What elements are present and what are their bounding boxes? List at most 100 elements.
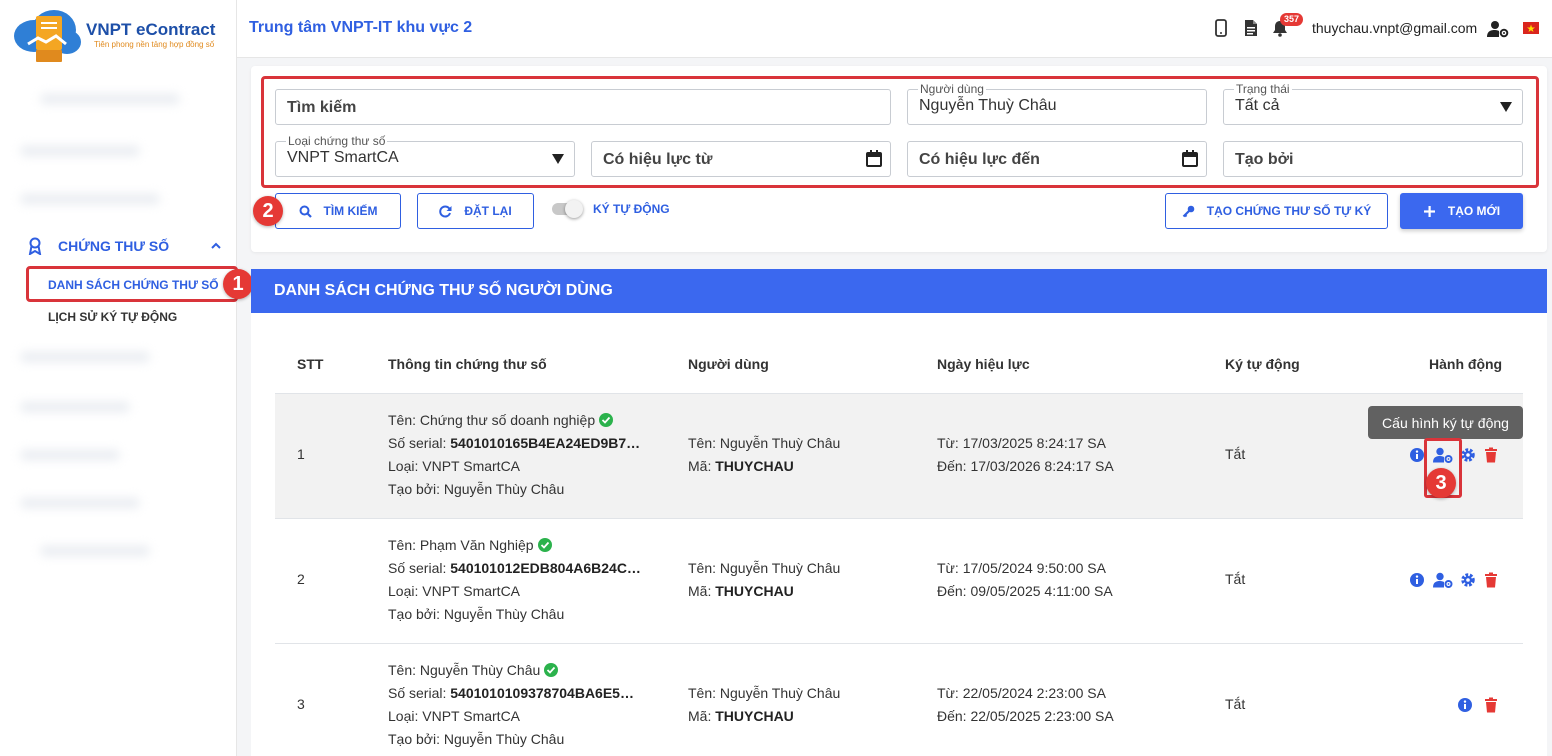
info-icon[interactable]	[1409, 572, 1425, 588]
column-header-cert-info: Thông tin chứng thư số	[388, 356, 547, 372]
user-code: THUYCHAU	[715, 583, 794, 599]
user-info: Tên: Nguyễn Thuỳ Châu Mã: THUYCHAU	[688, 557, 840, 603]
auto-sign-toggle-label: KÝ TỰ ĐỘNG	[593, 202, 670, 216]
brand-tagline: Tiên phong nền tảng hợp đồng số	[94, 40, 215, 49]
blurred-menu-item	[20, 450, 120, 460]
serial-value: 5401010109378704BA6E5…	[450, 685, 634, 701]
user-code: THUYCHAU	[715, 458, 794, 474]
valid-to-label: Đến:	[937, 708, 967, 724]
user-name: Nguyễn Thuỳ Châu	[719, 435, 841, 451]
step-marker-3: 3	[1426, 468, 1456, 498]
settings-gear-icon[interactable]	[1460, 572, 1476, 588]
search-icon	[299, 205, 312, 218]
sidebar-section-certificates[interactable]: CHỨNG THƯ SỐ	[28, 236, 224, 256]
serial-label: Số serial:	[388, 560, 447, 576]
delete-trash-icon[interactable]	[1483, 697, 1499, 713]
user-name-label: Tên:	[688, 560, 717, 576]
cert-name-label: Tên:	[388, 662, 417, 678]
mobile-icon[interactable]	[1212, 19, 1230, 37]
user-code-label: Mã:	[688, 708, 712, 724]
row-stt: 1	[297, 446, 305, 462]
brand-title: VNPT eContract	[86, 20, 216, 39]
search-button[interactable]: TÌM KIẾM	[275, 193, 401, 229]
cert-info: Tên: Nguyễn Thùy Châu Số serial: 5401010…	[388, 659, 634, 751]
cert-name-label: Tên:	[388, 537, 417, 553]
search-button-label: TÌM KIẾM	[323, 204, 378, 218]
valid-from-value: 17/05/2024 9:50:00 SA	[962, 560, 1106, 576]
blurred-menu-item	[20, 146, 140, 156]
type-value: VNPT SmartCA	[422, 708, 521, 724]
type-value: VNPT SmartCA	[422, 583, 521, 599]
user-code-label: Mã:	[688, 583, 712, 599]
created-by-label: Tạo bởi:	[388, 731, 440, 747]
sidebar-item-certificate-list[interactable]: DANH SÁCH CHỨNG THƯ SỐ	[26, 266, 238, 302]
toggle-knob	[565, 200, 583, 218]
settings-gear-icon[interactable]	[1460, 447, 1476, 463]
type-label: Loại:	[388, 708, 419, 724]
step-marker-2: 2	[253, 196, 283, 226]
info-icon[interactable]	[1409, 447, 1425, 463]
verified-check-icon	[537, 538, 552, 552]
cert-name-label: Tên:	[388, 412, 417, 428]
user-name-label: Tên:	[688, 435, 717, 451]
info-icon[interactable]	[1457, 697, 1473, 713]
brand-logo[interactable]: VNPT eContract Tiên phong nền tảng hợp đ…	[12, 6, 232, 64]
validity-info: Từ: 17/03/2025 8:24:17 SA Đến: 17/03/202…	[937, 432, 1114, 478]
row-stt: 3	[297, 696, 305, 712]
column-header-stt: STT	[297, 356, 324, 372]
column-header-user: Người dùng	[688, 356, 769, 372]
created-by-value: Nguyễn Thùy Châu	[443, 606, 565, 622]
validity-info: Từ: 17/05/2024 9:50:00 SA Đến: 09/05/202…	[937, 557, 1113, 603]
filter-highlight-box	[261, 76, 1539, 188]
cert-name: Nguyễn Thùy Châu	[419, 662, 541, 678]
column-header-auto-sign: Ký tự động	[1225, 356, 1300, 372]
create-new-button[interactable]: TẠO MỚI	[1400, 193, 1523, 229]
refresh-icon	[439, 205, 452, 217]
user-info: Tên: Nguyễn Thuỳ Châu Mã: THUYCHAU	[688, 432, 840, 478]
create-new-label: TẠO MỚI	[1447, 204, 1501, 218]
valid-to-label: Đến:	[937, 583, 967, 599]
org-name: Trung tâm VNPT-IT khu vực 2	[249, 19, 473, 36]
auto-sign-config-tooltip: Cấu hình ký tự động	[1368, 406, 1523, 439]
created-by-value: Nguyễn Thùy Châu	[443, 481, 565, 497]
user-code-label: Mã:	[688, 458, 712, 474]
create-self-signed-cert-label: TẠO CHỨNG THƯ SỐ TỰ KÝ	[1206, 204, 1372, 218]
valid-to-value: 17/03/2026 8:24:17 SA	[970, 458, 1114, 474]
create-self-signed-cert-button[interactable]: TẠO CHỨNG THƯ SỐ TỰ KÝ	[1165, 193, 1388, 229]
auto-sign-status: Tắt	[1225, 571, 1246, 587]
created-by-label: Tạo bởi:	[388, 481, 440, 497]
vnpt-cloud-logo-icon	[14, 10, 81, 62]
reset-button[interactable]: ĐẶT LẠI	[417, 193, 534, 229]
chevron-up-icon[interactable]	[210, 240, 222, 252]
valid-from-label: Từ:	[937, 560, 959, 576]
cert-info: Tên: Chứng thư số doanh nghiệp Số serial…	[388, 409, 640, 501]
blurred-menu-item	[20, 402, 130, 412]
delete-trash-icon[interactable]	[1483, 572, 1499, 588]
auto-sign-config-icon[interactable]	[1433, 572, 1453, 588]
verified-check-icon	[544, 663, 559, 677]
auto-sign-status: Tắt	[1225, 446, 1246, 462]
serial-value: 5401010165B4EA24ED9B7…	[450, 435, 641, 451]
vietnam-flag-icon[interactable]	[1523, 22, 1539, 34]
serial-label: Số serial:	[388, 435, 447, 451]
blurred-menu-item	[20, 498, 140, 508]
notification-badge: 357	[1280, 13, 1304, 26]
auto-sign-toggle[interactable]	[552, 200, 584, 218]
serial-label: Số serial:	[388, 685, 447, 701]
valid-from-label: Từ:	[937, 685, 959, 701]
sidebar-item-auto-sign-history[interactable]: LỊCH SỬ KÝ TỰ ĐỘNG	[48, 310, 177, 324]
validity-info: Từ: 22/05/2024 2:23:00 SA Đến: 22/05/202…	[937, 682, 1114, 728]
user-code: THUYCHAU	[715, 708, 794, 724]
document-icon[interactable]	[1242, 19, 1260, 37]
user-email[interactable]: thuychau.vnpt@gmail.com	[1312, 20, 1477, 36]
user-settings-icon[interactable]	[1487, 20, 1509, 38]
valid-to-label: Đến:	[937, 458, 967, 474]
serial-value: 540101012EDB804A6B24C…	[450, 560, 641, 576]
auto-sign-status: Tắt	[1225, 696, 1246, 712]
type-value: VNPT SmartCA	[422, 458, 521, 474]
delete-trash-icon[interactable]	[1483, 447, 1499, 463]
valid-to-value: 09/05/2025 4:11:00 SA	[970, 583, 1113, 599]
user-name: Nguyễn Thuỳ Châu	[719, 685, 841, 701]
type-label: Loại:	[388, 583, 419, 599]
row-stt: 2	[297, 571, 305, 587]
